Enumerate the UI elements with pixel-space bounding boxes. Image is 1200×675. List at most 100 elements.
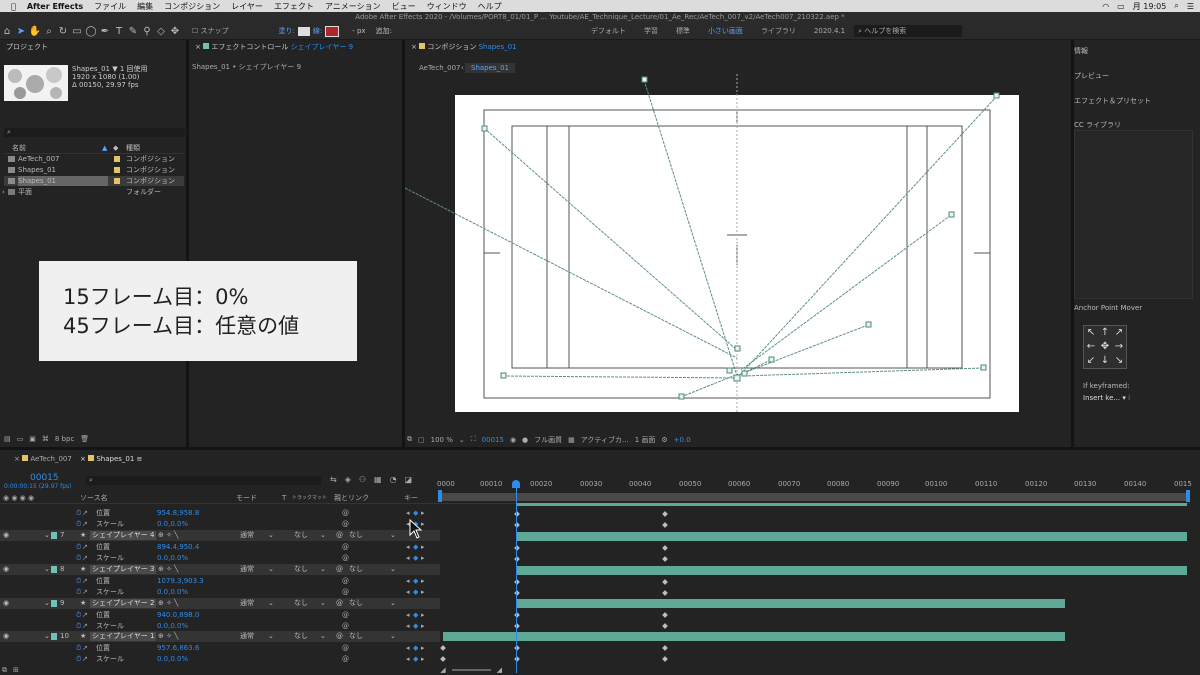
always-preview-icon[interactable]: ⧉ [407, 435, 412, 444]
menu-animation[interactable]: アニメーション [325, 1, 381, 12]
eye-icon[interactable]: ◉ [3, 530, 9, 541]
property-value[interactable]: 0.0,0.0% [157, 553, 188, 564]
stroke-swatch[interactable] [325, 25, 340, 37]
project-search[interactable]: ⌕ [4, 128, 185, 137]
col-parent[interactable]: 親とリンク [334, 493, 369, 503]
menu-file[interactable]: ファイル [94, 1, 126, 12]
chevron-down-icon[interactable]: ⌄ [268, 530, 274, 541]
label-color[interactable] [51, 633, 57, 640]
effects-presets-title[interactable]: エフェクト＆プリセット [1074, 96, 1200, 106]
keyframe-toggle[interactable]: ◆ [413, 542, 418, 553]
label-color[interactable] [51, 566, 57, 573]
pickwhip-icon[interactable]: @ [336, 530, 343, 541]
ws-learn[interactable]: 学習 [644, 26, 658, 36]
clock[interactable]: 月 19:05 [1133, 1, 1167, 12]
stamp-tool-icon[interactable]: ⚲ [140, 24, 154, 38]
layer-bar[interactable] [517, 532, 1187, 541]
puppet-tool-icon[interactable]: ✥ [168, 24, 182, 38]
keyframe-toggle[interactable]: ◆ [413, 587, 418, 598]
ws-library[interactable]: ライブラリ [761, 26, 796, 36]
property-row[interactable]: ⏱ ↗ スケール 0.0,0.0% @ ◂ ◆ ▸ [0, 553, 440, 564]
grid-icon[interactable]: ▦ [568, 436, 575, 444]
anchor-bottom-left-icon[interactable]: ↙ [1084, 354, 1098, 368]
new-folder-icon[interactable]: ▭ [17, 435, 24, 443]
stopwatch-icon[interactable]: ⏱ [76, 587, 81, 598]
project-title[interactable]: プロジェクト [0, 40, 186, 54]
rectangle-tool-icon[interactable]: ▭ [70, 24, 84, 38]
switches-icons[interactable]: ⊕ ✧ ╲ [158, 530, 178, 541]
property-value[interactable]: 894.4,950.4 [157, 542, 199, 553]
pickwhip-icon[interactable]: @ [342, 519, 349, 530]
chevron-down-icon[interactable]: ⌄ [390, 564, 396, 575]
parent-select[interactable]: なし [349, 564, 363, 575]
brush-tool-icon[interactable]: ✎ [126, 24, 140, 38]
ws-standard[interactable]: 標準 [676, 26, 690, 36]
info-panel-title[interactable]: 情報 [1074, 46, 1200, 56]
anchor-top-left-icon[interactable]: ↖ [1084, 326, 1098, 340]
chevron-down-icon[interactable]: ⌄ [320, 564, 326, 575]
keyframe-nav[interactable]: ◂ [406, 654, 410, 665]
keyframe-nav[interactable]: ◂ [406, 576, 410, 587]
menu-composition[interactable]: コンポジション [164, 1, 220, 12]
col-name[interactable]: 名前 [12, 143, 26, 153]
graph-icon[interactable]: ↗ [82, 587, 88, 598]
property-value[interactable]: 957.6,863.6 [157, 643, 199, 654]
preview-panel-title[interactable]: プレビュー [1074, 71, 1200, 81]
eye-icon[interactable]: ◉ [3, 631, 9, 642]
flowchart-icon[interactable]: ⌘ [42, 435, 49, 443]
rotate-tool-icon[interactable]: ↻ [56, 24, 70, 38]
menu-help[interactable]: ヘルプ [478, 1, 502, 12]
pickwhip-icon[interactable]: @ [336, 631, 343, 642]
tag-icon[interactable]: ◆ [113, 143, 118, 153]
pickwhip-icon[interactable]: @ [342, 643, 349, 654]
expand-icon[interactable]: ⌄ [44, 631, 50, 642]
chevron-down-icon[interactable]: ⌄ [320, 631, 326, 642]
chevron-down-icon[interactable]: ⌄ [320, 598, 326, 609]
graph-icon[interactable]: ↗ [82, 654, 88, 665]
zoom-dropdown[interactable]: 100 % [431, 436, 453, 444]
interpret-icon[interactable]: ▤ [4, 435, 11, 443]
keyframe-toggle[interactable]: ◆ [413, 508, 418, 519]
label-color[interactable] [114, 167, 120, 173]
spotlight-icon[interactable]: ⌕ [1174, 1, 1178, 11]
blend-mode[interactable]: 通常 [240, 598, 254, 609]
shape-layer-paths[interactable] [405, 40, 1071, 440]
property-value[interactable]: 0.0,0.0% [157, 587, 188, 598]
timeline-tab-1[interactable]: × AeTech_007 [14, 455, 72, 463]
playhead-handle[interactable] [512, 480, 520, 488]
track-matte[interactable]: なし [294, 530, 308, 541]
graph-icon[interactable]: ↗ [82, 576, 88, 587]
layer-name[interactable]: シェイプレイヤー 3 [90, 565, 156, 574]
stopwatch-icon[interactable]: ⏱ [76, 576, 81, 587]
property-value[interactable]: 0.0,0.0% [157, 519, 188, 530]
fit-icon[interactable]: ⛶ [471, 435, 476, 444]
toggle-modes-icon[interactable]: ⊞ [13, 666, 19, 674]
channel-icon[interactable]: ● [522, 436, 528, 444]
effect-controls-header[interactable]: × エフェクトコントロール シェイプレイヤー 9 [189, 40, 402, 54]
text-tool-icon[interactable]: T [112, 24, 126, 38]
insert-keyframe-dropdown[interactable]: Insert ke... ▾ i [1083, 394, 1200, 402]
graph-icon[interactable]: ↗ [82, 542, 88, 553]
anchor-top-icon[interactable]: ↑ [1098, 326, 1112, 340]
selection-tool-icon[interactable]: ➤ [14, 24, 28, 38]
stopwatch-icon[interactable]: ⏱ [76, 610, 81, 621]
graph-editor-icon[interactable]: ◪ [405, 475, 413, 484]
stopwatch-icon[interactable]: ⏱ [76, 542, 81, 553]
keyframe-nav[interactable]: ◂ [406, 610, 410, 621]
current-timecode[interactable]: 00015 [30, 473, 59, 483]
pickwhip-icon[interactable]: @ [342, 610, 349, 621]
stopwatch-icon[interactable]: ⏱ [76, 654, 81, 665]
anchor-center-icon[interactable]: ✥ [1098, 340, 1112, 354]
chevron-down-icon[interactable]: ⌄ [268, 564, 274, 575]
ellipse-tool-icon[interactable]: ◯ [84, 24, 98, 38]
pickwhip-icon[interactable]: @ [342, 553, 349, 564]
frame-blend-icon[interactable]: ▦ [374, 475, 382, 484]
menu-effect[interactable]: エフェクト [274, 1, 314, 12]
work-area-end[interactable] [1186, 490, 1190, 502]
keyframe-nav[interactable]: ▸ [421, 654, 425, 665]
graph-icon[interactable]: ↗ [82, 553, 88, 564]
add-label[interactable]: 追加: [376, 26, 392, 36]
keyframe-nav[interactable]: ▸ [421, 542, 425, 553]
project-item[interactable]: AeTech_007 コンポジション [4, 154, 184, 164]
snap-checkbox[interactable]: ☐ スナップ [192, 26, 229, 36]
